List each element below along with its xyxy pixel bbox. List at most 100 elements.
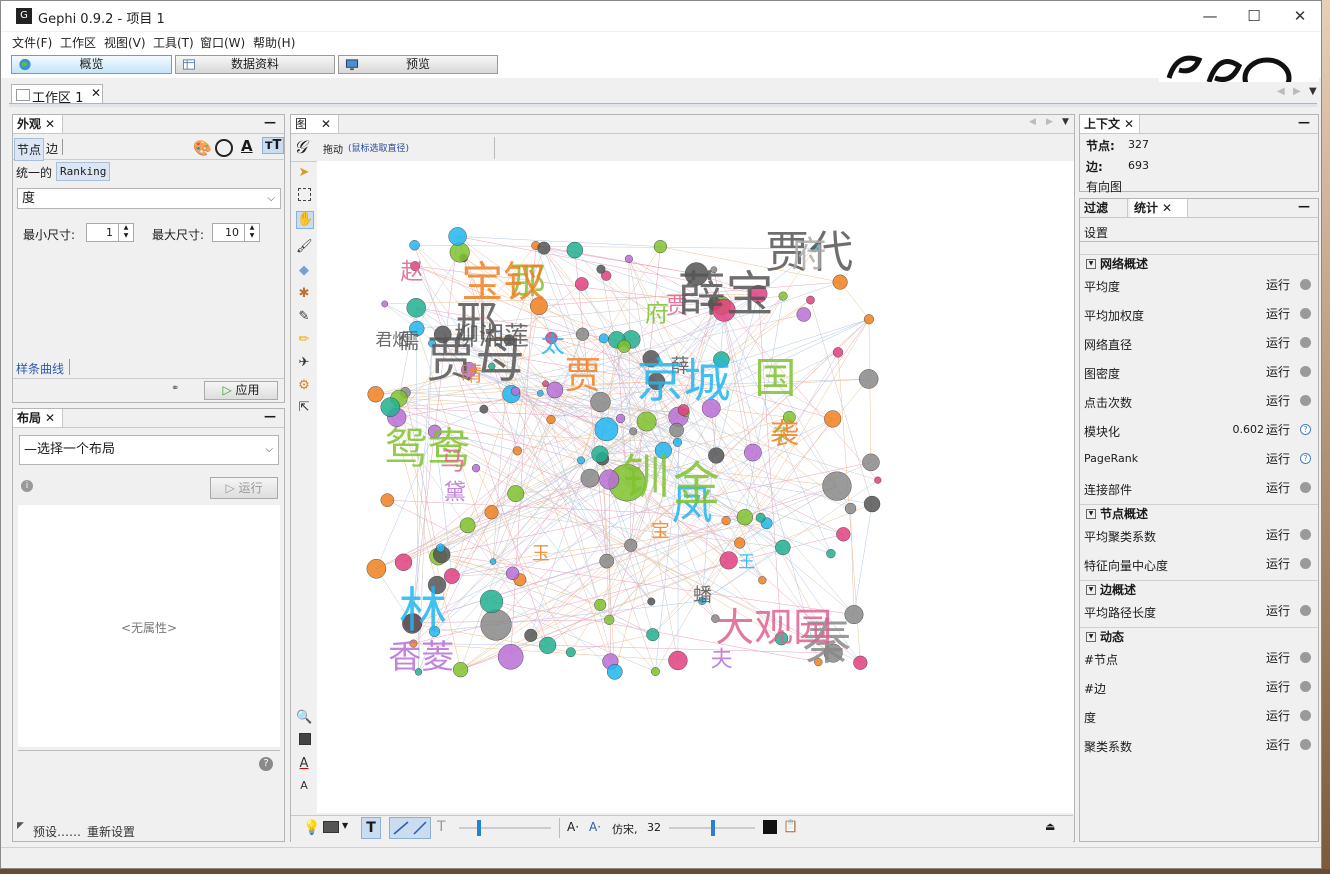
appearance-close-icon[interactable]: ✕	[45, 117, 55, 131]
edges-tab[interactable]: 边	[46, 140, 58, 157]
menu-file[interactable]: 文件(F)	[12, 34, 52, 51]
graph-node[interactable]	[669, 422, 684, 438]
help-icon[interactable]: ?	[259, 757, 273, 771]
font-size-value[interactable]: 32	[647, 821, 661, 834]
graph-node[interactable]	[452, 662, 469, 678]
menu-window[interactable]: 窗口(W)	[200, 34, 245, 51]
graph-scroll-right-icon[interactable]: ▶	[1046, 117, 1053, 127]
edge-label-toggles[interactable]	[389, 817, 431, 839]
graph-node[interactable]	[636, 411, 657, 432]
info-dot-icon[interactable]	[1300, 337, 1311, 348]
graph-node[interactable]	[575, 327, 590, 341]
graph-node[interactable]	[537, 241, 551, 255]
info-dot-icon[interactable]	[1300, 482, 1311, 493]
stats-run-button[interactable]: 运行	[1264, 648, 1292, 668]
stats-run-button[interactable]: 运行	[1264, 449, 1292, 469]
stats-run-button[interactable]: 运行	[1264, 478, 1292, 498]
info-dot-icon[interactable]	[1300, 529, 1311, 540]
graph-node[interactable]	[366, 559, 387, 579]
graph-node[interactable]	[599, 553, 615, 569]
pencil-icon[interactable]: ✎	[296, 309, 312, 325]
minimize-button[interactable]: —	[1195, 5, 1225, 27]
graph-node[interactable]	[624, 538, 638, 552]
spline-link[interactable]: 样条曲线	[16, 360, 64, 377]
graph-node[interactable]	[758, 576, 767, 585]
ranking-attribute-select[interactable]: 度 ⌵	[17, 188, 281, 209]
graph-node[interactable]	[480, 609, 512, 641]
graph-node[interactable]	[606, 663, 623, 680]
layout-tab[interactable]: 布局 ✕	[13, 409, 63, 427]
lightbulb-icon[interactable]: 💡	[303, 820, 320, 836]
statistics-close-icon[interactable]: ✕	[1162, 201, 1172, 215]
ranking-mode-tab[interactable]: Ranking	[56, 162, 111, 181]
data-laboratory-button[interactable]: 数据资料	[175, 55, 335, 74]
heat-map-icon[interactable]: ⚙	[296, 378, 312, 394]
info-dot-icon[interactable]	[1300, 558, 1311, 569]
graph-node[interactable]	[863, 314, 875, 325]
graph-node[interactable]	[599, 469, 620, 490]
statistics-settings-link[interactable]: 设置	[1084, 224, 1108, 241]
collapse-icon[interactable]: ▼	[1086, 259, 1096, 269]
graph-node[interactable]	[406, 298, 426, 318]
graph-node[interactable]	[394, 553, 413, 571]
graph-node[interactable]	[744, 443, 762, 462]
graph-scroll-left-icon[interactable]: ◀	[1029, 117, 1036, 127]
graph-node[interactable]	[546, 414, 556, 425]
graph-node[interactable]	[806, 295, 815, 305]
nodes-tab[interactable]: 节点	[14, 138, 45, 161]
stats-run-button[interactable]: 运行	[1264, 525, 1292, 545]
stats-run-button[interactable]: 运行	[1264, 677, 1292, 697]
graph-node[interactable]	[471, 464, 481, 473]
stats-section-header[interactable]: ▼ 节点概述	[1080, 504, 1318, 523]
graph-node[interactable]	[380, 493, 395, 507]
pointer-tool-icon[interactable]: ➤	[296, 165, 312, 181]
tab-scroll-right-icon[interactable]: ▶	[1293, 86, 1301, 97]
filters-tab[interactable]: 过滤	[1080, 199, 1128, 217]
graph-node[interactable]	[594, 598, 607, 611]
info-dot-icon[interactable]	[1300, 681, 1311, 692]
stats-run-button[interactable]: 运行	[1264, 706, 1292, 726]
stats-run-button[interactable]: 运行	[1264, 391, 1292, 411]
help-icon[interactable]: ?	[1300, 424, 1311, 435]
screenshot-menu-icon[interactable]: ▼	[342, 821, 348, 830]
size-icon[interactable]	[215, 139, 233, 157]
graph-node[interactable]	[646, 628, 660, 642]
collapse-icon[interactable]: ▼	[1086, 632, 1096, 642]
info-dot-icon[interactable]	[1300, 366, 1311, 377]
graph-node[interactable]	[629, 427, 638, 436]
close-button[interactable]: ✕	[1285, 5, 1315, 27]
graph-node[interactable]	[489, 558, 497, 565]
graph-node[interactable]	[651, 667, 660, 676]
menu-tools[interactable]: 工具(T)	[153, 34, 194, 51]
layout-minimize-icon[interactable]: —	[264, 409, 276, 423]
graph-node[interactable]	[381, 300, 389, 308]
label-color-icon[interactable]: A	[241, 137, 253, 155]
graph-node[interactable]	[596, 264, 606, 274]
stats-run-button[interactable]: 运行	[1264, 275, 1292, 295]
graph-node[interactable]	[497, 644, 524, 670]
graph-node[interactable]	[624, 254, 633, 263]
graph-node[interactable]	[858, 369, 879, 389]
background-color-icon[interactable]	[299, 733, 311, 745]
graph-node[interactable]	[512, 446, 522, 456]
graph-node[interactable]	[524, 628, 538, 642]
graph-node[interactable]	[537, 390, 544, 397]
painter-icon[interactable]: 🖌	[296, 239, 313, 255]
graph-tab-list-icon[interactable]: ▼	[1062, 117, 1069, 127]
graph-node[interactable]	[604, 614, 615, 625]
graph-node[interactable]	[574, 277, 589, 291]
font-size-slider-thumb[interactable]	[711, 820, 715, 836]
shortest-path-icon[interactable]: ✈	[296, 355, 312, 371]
graph-node[interactable]	[796, 307, 811, 322]
stats-run-button[interactable]: 运行	[1264, 601, 1292, 621]
context-minimize-icon[interactable]: —	[1298, 115, 1310, 129]
info-dot-icon[interactable]	[1300, 605, 1311, 616]
graph-node[interactable]	[832, 347, 844, 358]
graph-node[interactable]	[566, 241, 584, 259]
rect-select-icon[interactable]	[298, 188, 311, 201]
preview-button[interactable]: 预览	[338, 55, 498, 74]
info-dot-icon[interactable]	[1300, 739, 1311, 750]
graph-node[interactable]	[505, 566, 520, 581]
graph-network[interactable]: 王贾贾母凤金钏夫薛蟠那荣国府京城晴袭君烟香菱太贾宝玉林黛儒 柳湘莲秦大观园鸳鸯宝钗…	[317, 161, 1074, 813]
graph-node[interactable]	[577, 456, 585, 465]
